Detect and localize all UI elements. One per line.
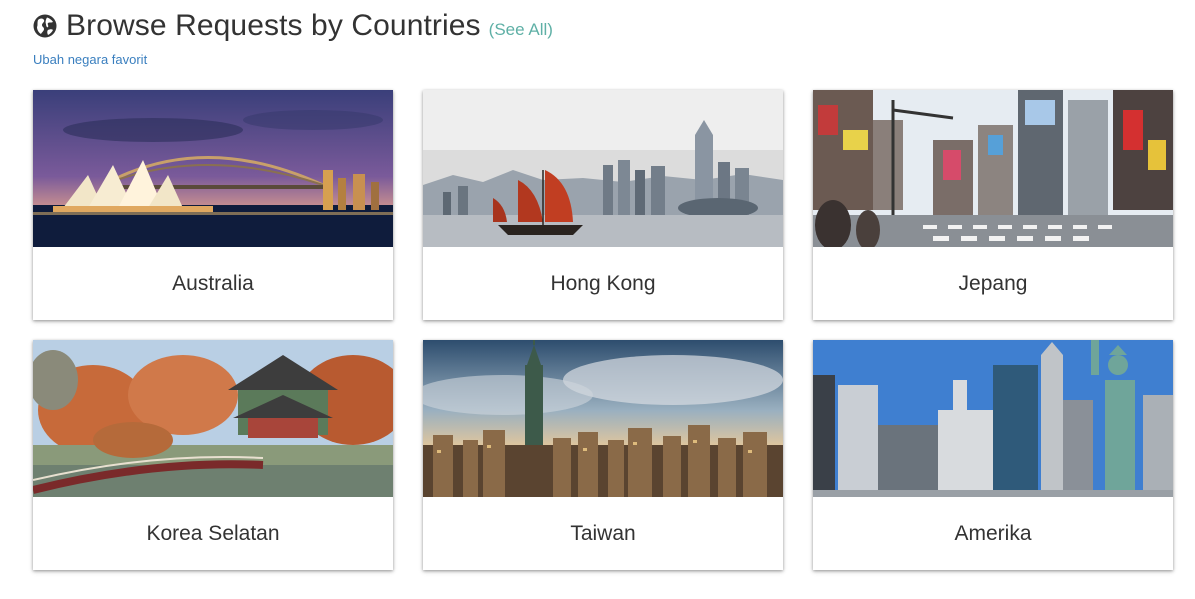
country-name: Korea Selatan [146, 521, 280, 545]
page-title: Browse Requests by Countries [66, 9, 481, 42]
sydney-opera-house-photo [33, 90, 393, 247]
taipei-101-skyline-photo [423, 340, 783, 497]
new-york-statue-of-liberty-photo [813, 340, 1173, 497]
korean-palace-pavilion-photo [33, 340, 393, 497]
country-card-hong-kong[interactable]: Hong Kong [423, 90, 783, 320]
see-all-link[interactable]: (See All) [489, 20, 553, 40]
tokyo-shibuya-crossing-photo [813, 90, 1173, 247]
globe-icon [33, 14, 57, 38]
country-card-jepang[interactable]: Jepang [813, 90, 1173, 320]
country-card-australia[interactable]: Australia [33, 90, 393, 320]
section-header: Browse Requests by Countries (See All) [33, 6, 553, 46]
country-card-korea-selatan[interactable]: Korea Selatan [33, 340, 393, 570]
country-name: Taiwan [570, 521, 636, 545]
change-favorite-country-link[interactable]: Ubah negara favorit [33, 52, 147, 67]
country-name: Amerika [954, 521, 1032, 545]
country-card-taiwan[interactable]: Taiwan [423, 340, 783, 570]
country-card-amerika[interactable]: Amerika [813, 340, 1173, 570]
country-name: Australia [172, 271, 254, 295]
hong-kong-junk-boat-photo [423, 90, 783, 247]
country-name: Hong Kong [550, 271, 656, 295]
country-name: Jepang [958, 271, 1028, 295]
